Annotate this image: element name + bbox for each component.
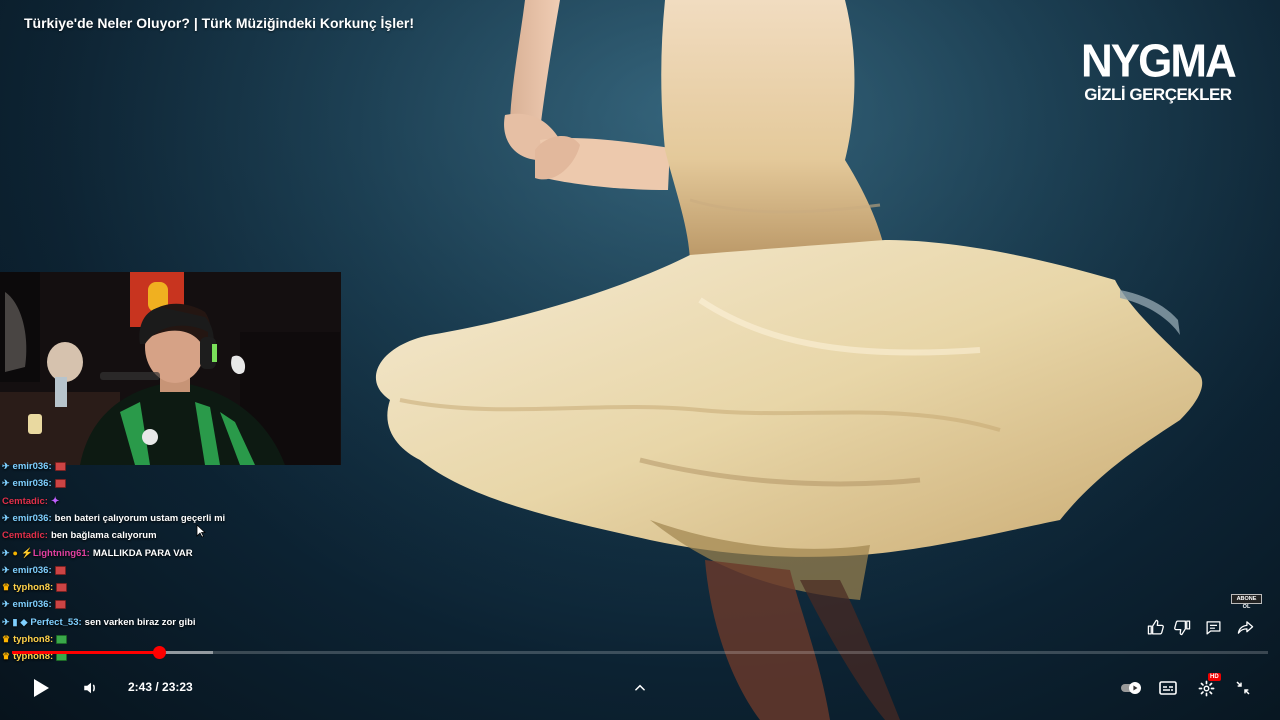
webcam-feed	[0, 272, 341, 465]
video-title[interactable]: Türkiye'de Neler Oluyor? | Türk Müziğind…	[24, 15, 414, 31]
chat-message: ✈ emir036:	[2, 596, 66, 612]
chat-emote-icon: ✦	[50, 495, 60, 507]
chat-username[interactable]: typhon8:	[13, 582, 53, 593]
comments-button[interactable]	[1202, 616, 1224, 638]
chat-text: ben bateri çalıyorum ustam geçerli mi	[54, 512, 226, 524]
play-icon	[34, 679, 49, 697]
share-button[interactable]	[1234, 616, 1256, 638]
chat-message: ✈ ▮ ◆ Perfect_53: sen varken biraz zor gibi	[2, 614, 196, 630]
chat-badge-icon: ♛	[2, 633, 11, 644]
exit-fullscreen-icon	[1236, 681, 1250, 695]
chat-username[interactable]: Cemtadic:	[2, 496, 48, 507]
played-bar	[12, 651, 159, 654]
chat-badge-icon: ✈	[2, 564, 10, 575]
chat-badge-icon: ✈	[2, 547, 10, 558]
chat-username[interactable]: ⚡Lightning61:	[21, 548, 90, 559]
share-icon	[1237, 620, 1253, 634]
chat-badge-icon: ✈	[2, 477, 10, 488]
like-button[interactable]	[1144, 616, 1166, 638]
chat-text: sen varken biraz zor gibi	[84, 616, 196, 628]
chat-message: ✈ emir036:	[2, 458, 66, 474]
chat-username[interactable]: typhon8:	[13, 634, 53, 645]
chat-badge-icon: ✈	[2, 460, 10, 471]
exit-fullscreen-button[interactable]	[1231, 676, 1255, 700]
expand-button[interactable]	[628, 676, 652, 700]
autoplay-toggle[interactable]	[1117, 677, 1145, 699]
chat-emote-icon	[54, 565, 66, 575]
chat-username[interactable]: emir036:	[13, 599, 52, 610]
chat-emote-icon	[54, 478, 66, 488]
chat-text: MALLIKDA PARA VAR	[92, 547, 193, 559]
chat-message: ✈ emir036: ben bateri çalıyorum ustam geçe…	[2, 510, 225, 526]
autoplay-toggle-icon	[1121, 682, 1141, 694]
chat-badge-icon: ✈	[2, 512, 10, 523]
chat-emote-icon	[54, 461, 66, 471]
subtitles-button[interactable]	[1156, 677, 1180, 699]
chat-emote-icon	[56, 582, 68, 592]
channel-watermark[interactable]: NYGMA GİZLİ GERÇEKLER	[1081, 35, 1237, 104]
subtitles-icon	[1159, 681, 1177, 695]
streamer-webcam	[0, 272, 341, 465]
volume-icon	[84, 682, 95, 694]
thumbs-up-icon	[1147, 619, 1164, 635]
chat-message: Cemtadic: ben bağlama calıyorum	[2, 527, 157, 543]
chat-badge-icon: ✈	[2, 616, 10, 627]
chat-badge-icon: ●	[12, 548, 18, 558]
chat-username[interactable]: emir036:	[13, 565, 52, 576]
comment-icon	[1205, 620, 1221, 635]
chevron-up-icon	[635, 684, 645, 691]
volume-button[interactable]	[79, 676, 103, 700]
subscribe-badge[interactable]: ABONE OL	[1231, 594, 1262, 610]
chat-badge-icon: ▮	[12, 616, 18, 627]
seek-bar[interactable]	[12, 646, 1268, 659]
chat-username[interactable]: emir036:	[13, 461, 52, 472]
chat-emote-icon	[54, 599, 66, 609]
chat-message: ✈ ● ⚡Lightning61: MALLIKDA PARA VAR	[2, 545, 193, 561]
chat-emote-icon	[56, 634, 68, 644]
scrubber-handle[interactable]	[152, 646, 166, 659]
chat-message: ♛ typhon8:	[2, 579, 68, 595]
chat-text: ben bağlama calıyorum	[50, 529, 157, 541]
brand-name: NYGMA	[1081, 35, 1237, 88]
dislike-button[interactable]	[1171, 616, 1193, 638]
chat-username[interactable]: Perfect_53:	[30, 617, 81, 628]
play-button[interactable]	[28, 675, 54, 701]
time-display: 2:43 / 23:23	[128, 680, 193, 694]
chat-message: Cemtadic: ✦	[2, 493, 59, 509]
chat-username[interactable]: Cemtadic:	[2, 530, 48, 541]
hd-badge: HD	[1208, 673, 1221, 681]
chat-username[interactable]: emir036:	[13, 513, 52, 524]
chat-message: ✈ emir036:	[2, 475, 66, 491]
brand-tagline: GİZLİ GERÇEKLER	[1084, 85, 1232, 104]
chat-message: ♛ typhon8:	[2, 631, 68, 647]
mouse-cursor-icon	[196, 524, 206, 538]
video-player[interactable]: Türkiye'de Neler Oluyor? | Türk Müziğind…	[0, 0, 1280, 720]
gear-icon	[1198, 680, 1214, 696]
chat-message: ✈ emir036:	[2, 562, 66, 578]
chat-badge-icon: ◆	[20, 616, 28, 627]
chat-badge-icon: ♛	[2, 650, 11, 661]
chat-username[interactable]: emir036:	[13, 478, 52, 489]
thumbs-down-icon	[1173, 619, 1190, 635]
chat-badge-icon: ♛	[2, 581, 11, 592]
chat-badge-icon: ✈	[2, 598, 10, 609]
